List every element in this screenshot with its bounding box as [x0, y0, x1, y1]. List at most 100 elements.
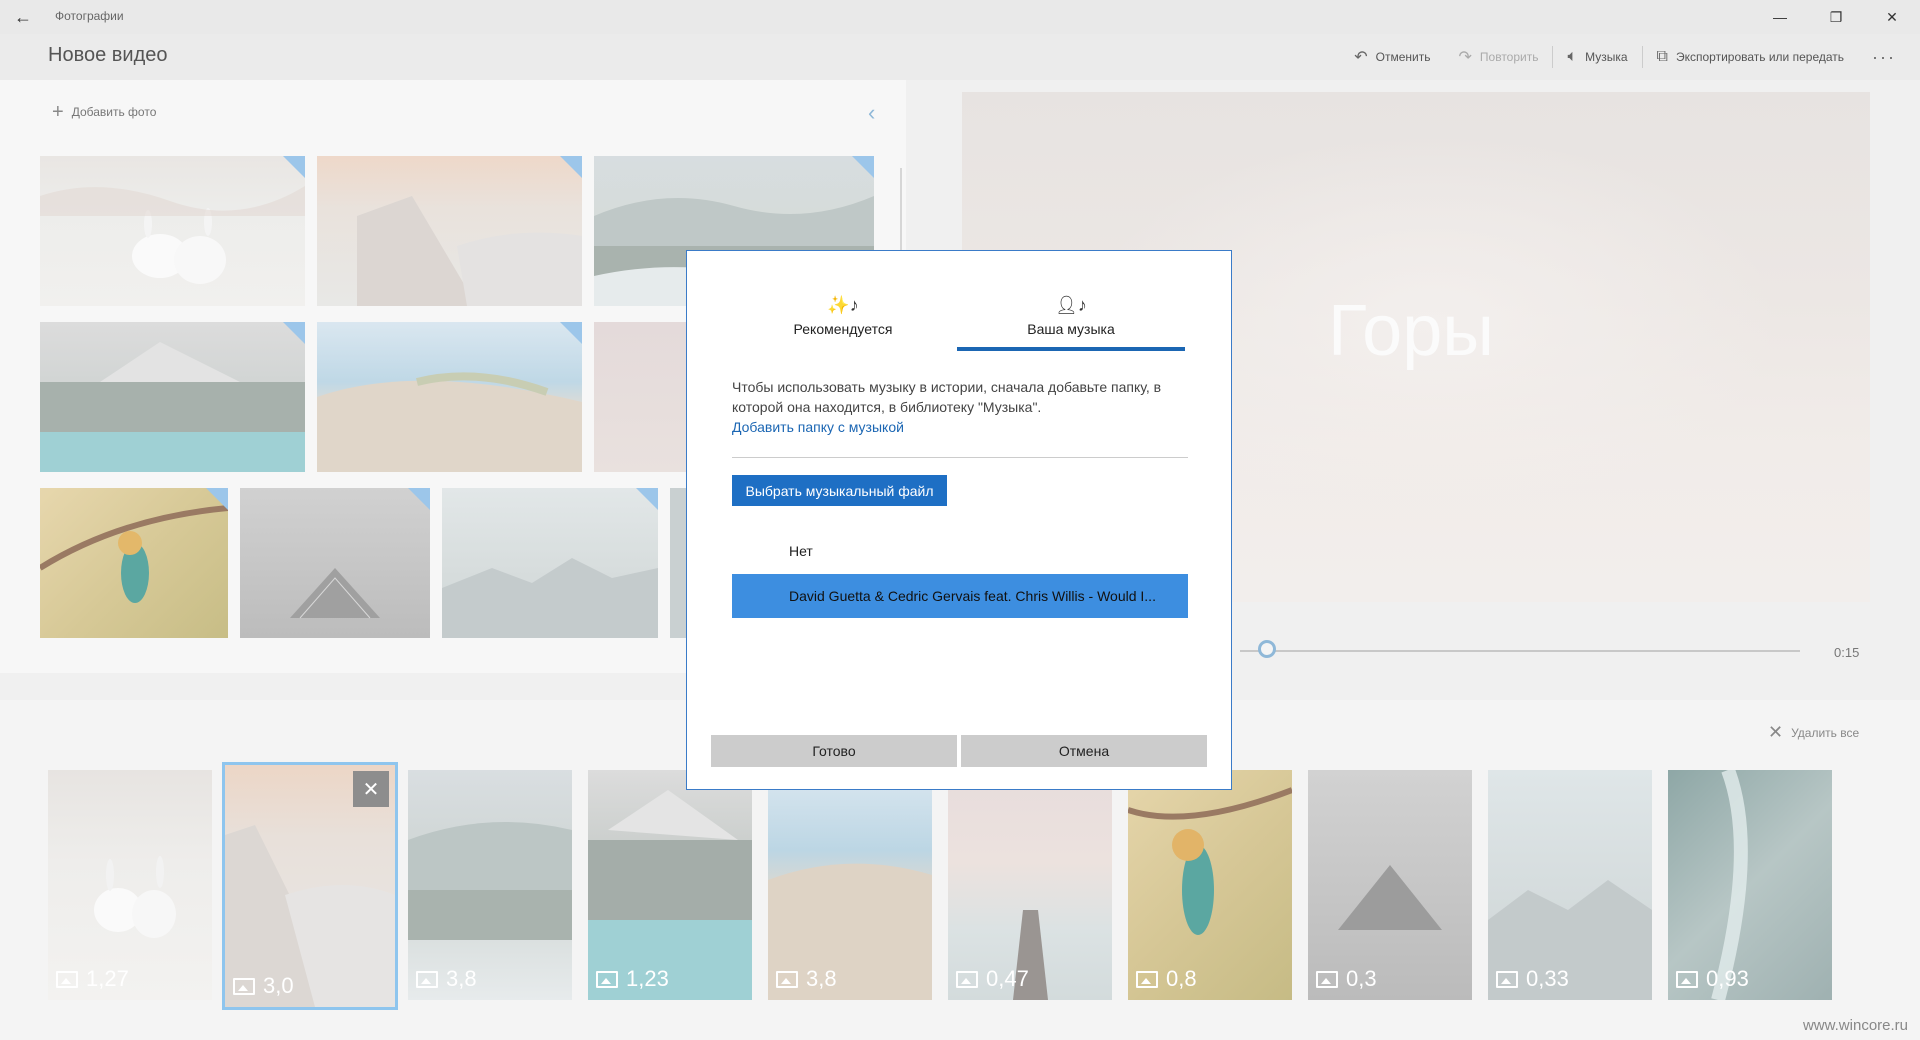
speaker-icon: 🔈︎: [1567, 48, 1578, 65]
music-option-track[interactable]: David Guetta & Cedric Gervais feat. Chri…: [732, 574, 1188, 618]
storyboard-card[interactable]: 1,23: [588, 770, 752, 1000]
undo-label: Отменить: [1375, 50, 1431, 64]
storyboard-card[interactable]: 1,27: [48, 770, 212, 1000]
storyboard-card[interactable]: 0,47: [948, 770, 1112, 1000]
snowy-peaks-photo: [442, 558, 658, 638]
duration-label: 0,47: [956, 966, 1029, 992]
redo-button[interactable]: ↷ Повторить: [1445, 47, 1553, 67]
storyboard-card[interactable]: 0,33: [1488, 770, 1652, 1000]
header: Новое видео ↶ Отменить ↷ Повторить 🔈︎ Му…: [0, 34, 1920, 80]
title-bar: ← Фотографии — ❐ ✕: [0, 0, 1920, 34]
library-thumbnail[interactable]: [317, 156, 582, 306]
choose-music-file-button[interactable]: Выбрать музыкальный файл: [732, 475, 947, 506]
mountain-lake-photo: [40, 342, 305, 472]
close-icon: ✕: [1768, 722, 1784, 742]
storyboard-card[interactable]: 3,8: [768, 770, 932, 1000]
music-dialog: ✨♪ Рекомендуется 👤︎♪ Ваша музыка Чтобы и…: [686, 250, 1232, 790]
selected-corner-marker: [636, 488, 658, 510]
image-icon: [776, 970, 798, 988]
duration-value: 3,8: [446, 966, 477, 991]
storyboard-card[interactable]: 0,3: [1308, 770, 1472, 1000]
image-icon: [596, 970, 618, 988]
project-title[interactable]: Новое видео: [48, 44, 167, 67]
duration-value: 0,33: [1526, 966, 1569, 991]
selected-corner-marker: [560, 156, 582, 178]
close-icon: ✕: [362, 778, 380, 801]
window-controls: — ❐ ✕: [1752, 0, 1920, 34]
undo-button[interactable]: ↶ Отменить: [1340, 47, 1444, 67]
tab-recommended[interactable]: ✨♪ Рекомендуется: [729, 295, 957, 351]
image-icon: [56, 970, 78, 988]
tab-your-music[interactable]: 👤︎♪ Ваша музыка: [957, 295, 1185, 351]
storyboard-card[interactable]: 0,93: [1668, 770, 1832, 1000]
library-thumbnail[interactable]: [240, 488, 430, 638]
duration-label: 1,23: [596, 966, 669, 992]
duration-value: 0,47: [986, 966, 1029, 991]
music-option-none[interactable]: Нет: [789, 543, 813, 559]
storyboard-card[interactable]: ✕ 3,0: [222, 762, 398, 1010]
remove-all-button[interactable]: ✕ Удалить все: [1768, 722, 1859, 743]
remove-card-button[interactable]: ✕: [353, 771, 389, 807]
plus-icon: +: [52, 101, 64, 123]
preview-title-text: Горы: [1328, 291, 1495, 371]
divider: [732, 457, 1188, 458]
done-button[interactable]: Готово: [711, 735, 957, 767]
duration-value: 0,93: [1706, 966, 1749, 991]
cancel-button[interactable]: Отмена: [961, 735, 1207, 767]
library-thumbnail[interactable]: [317, 322, 582, 472]
back-arrow-icon: ←: [14, 6, 32, 27]
duration-label: 1,27: [56, 966, 129, 992]
back-button[interactable]: ←: [6, 0, 40, 34]
storyboard-card[interactable]: 3,8: [408, 770, 572, 1000]
dialog-buttons: Готово Отмена: [711, 735, 1207, 767]
library-thumbnail[interactable]: [40, 156, 305, 306]
playback-timeline[interactable]: [1240, 650, 1800, 652]
duration-value: 0,8: [1166, 966, 1197, 991]
maximize-button[interactable]: ❐: [1808, 0, 1864, 34]
redo-label: Повторить: [1479, 50, 1539, 64]
command-bar: ↶ Отменить ↷ Повторить 🔈︎ Музыка ⧉ Экспо…: [1340, 46, 1896, 68]
export-button[interactable]: ⧉ Экспортировать или передать: [1643, 48, 1858, 66]
tab-label: Ваша музыка: [1027, 321, 1115, 337]
playback-slider-thumb[interactable]: [1258, 640, 1276, 658]
image-icon: [1676, 970, 1698, 988]
image-icon: [233, 977, 255, 995]
duration-value: 3,0: [263, 973, 294, 998]
add-music-folder-link[interactable]: Добавить папку с музыкой: [732, 419, 904, 435]
magic-music-icon: ✨♪: [827, 295, 859, 315]
selected-corner-marker: [206, 488, 228, 510]
selected-corner-marker: [560, 322, 582, 344]
close-window-button[interactable]: ✕: [1864, 0, 1920, 34]
duration-label: 0,33: [1496, 966, 1569, 992]
music-label: Музыка: [1585, 50, 1628, 64]
library-thumbnail[interactable]: [40, 322, 305, 472]
library-thumbnail[interactable]: [442, 488, 658, 638]
watermark: www.wincore.ru: [1802, 1017, 1908, 1034]
storyboard-card[interactable]: 0,8: [1128, 770, 1292, 1000]
duration-value: 1,23: [626, 966, 669, 991]
selected-corner-marker: [852, 156, 874, 178]
add-photo-button[interactable]: + Добавить фото: [52, 101, 157, 123]
parrot-photo: [40, 505, 228, 603]
music-button[interactable]: 🔈︎ Музыка: [1553, 48, 1641, 66]
library-thumbnail[interactable]: [594, 322, 686, 472]
collapse-library-icon[interactable]: ‹: [868, 100, 875, 126]
minimize-button[interactable]: —: [1752, 0, 1808, 34]
add-photo-label: Добавить фото: [71, 105, 157, 119]
image-icon: [416, 970, 438, 988]
selected-corner-marker: [283, 322, 305, 344]
library-thumbnail[interactable]: [40, 488, 228, 638]
selected-corner-marker: [283, 156, 305, 178]
remove-all-label: Удалить все: [1791, 725, 1860, 740]
hares-photo: [40, 186, 305, 284]
export-icon: ⧉: [1656, 48, 1668, 65]
app-name: Фотографии: [55, 9, 124, 23]
end-time: 0:15: [1834, 645, 1860, 660]
tab-label: Рекомендуется: [793, 321, 893, 337]
duration-value: 3,8: [806, 966, 837, 991]
more-button[interactable]: ···: [1858, 47, 1896, 68]
duration-value: 0,3: [1346, 966, 1377, 991]
image-icon: [956, 970, 978, 988]
image-icon: [1136, 970, 1158, 988]
snowy-cliff-photo: [357, 196, 582, 306]
